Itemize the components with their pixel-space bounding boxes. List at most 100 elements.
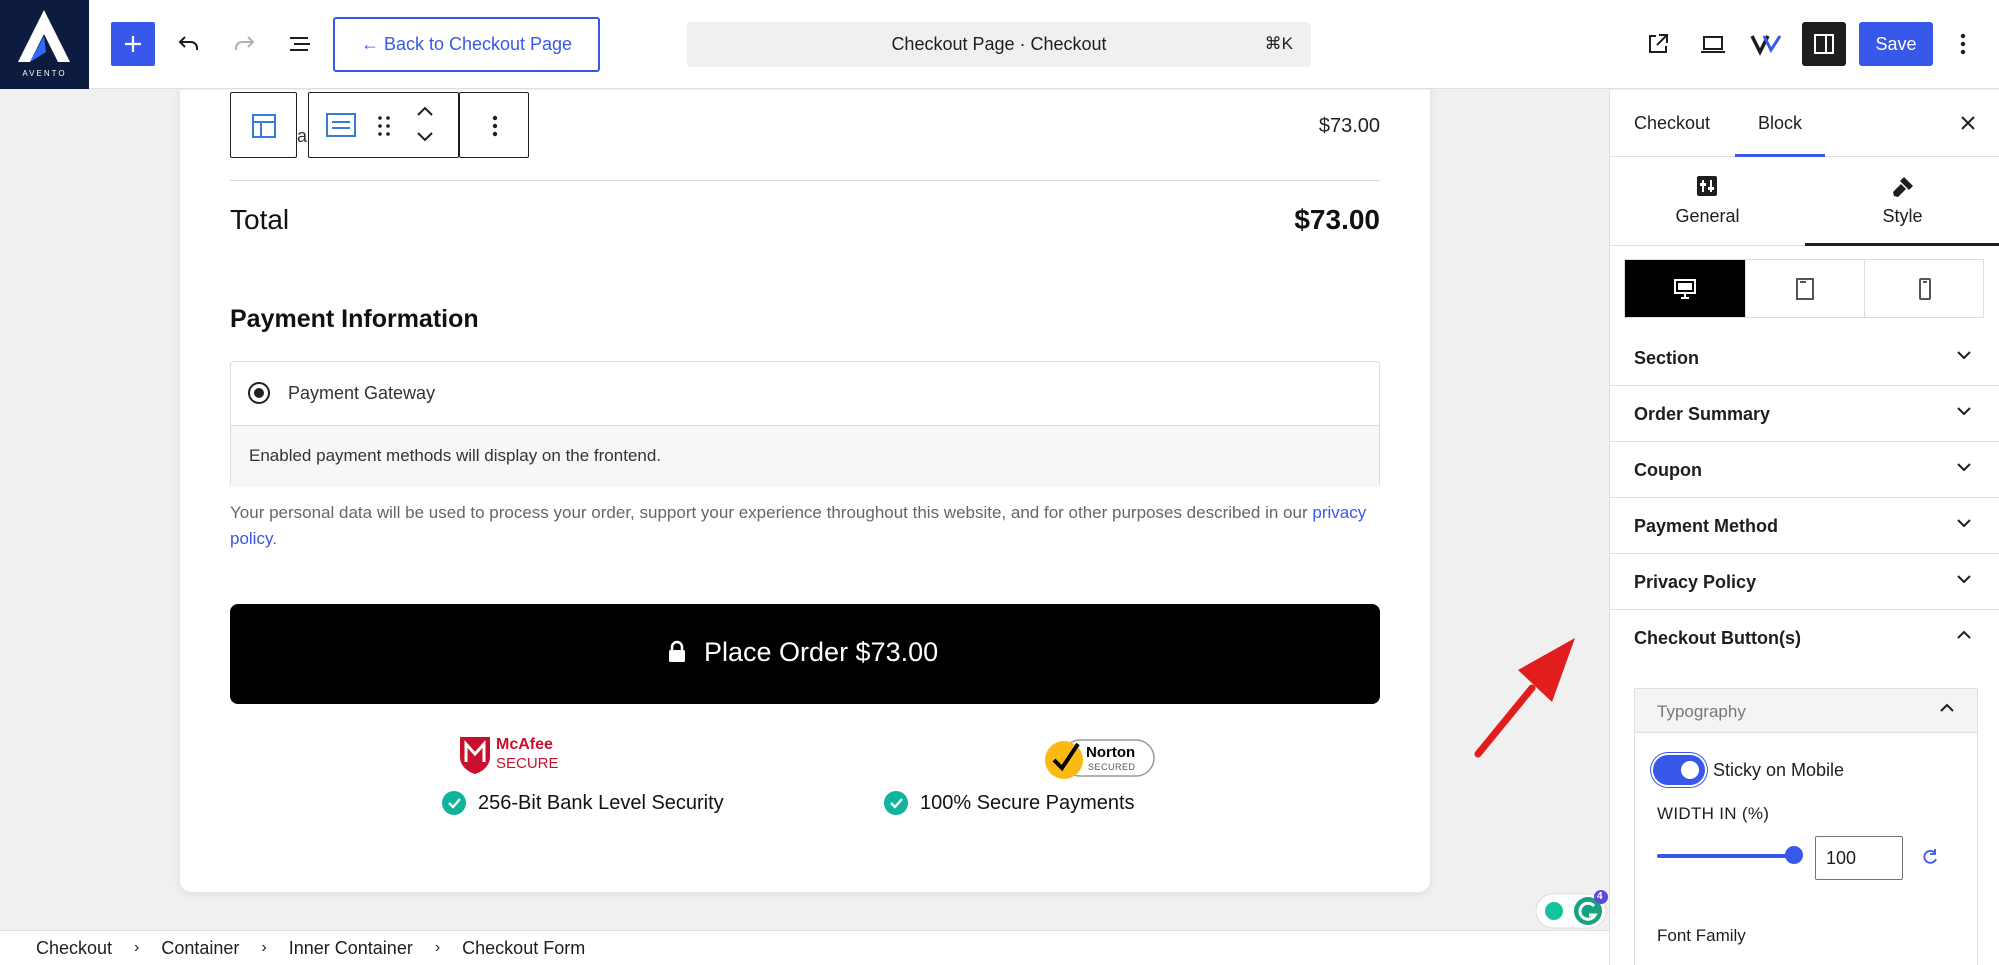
panel-section[interactable]: Section bbox=[1610, 330, 1999, 386]
typography-header[interactable]: Typography bbox=[1635, 689, 1977, 733]
panel-label: Order Summary bbox=[1634, 404, 1771, 424]
block-parent-button[interactable] bbox=[230, 92, 297, 158]
settings-sidebar: Checkout Block General Style Section Ord… bbox=[1609, 90, 1999, 965]
tab-style[interactable]: Style bbox=[1805, 157, 1999, 246]
chevron-right-icon: › bbox=[261, 939, 267, 956]
chevron-down-icon bbox=[1957, 519, 1971, 528]
tab-block[interactable]: Block bbox=[1758, 113, 1802, 134]
lock-icon bbox=[669, 640, 685, 662]
tab-general[interactable]: General bbox=[1610, 157, 1805, 246]
breadcrumb-item[interactable]: Inner Container bbox=[289, 938, 413, 959]
undo-button[interactable] bbox=[167, 22, 211, 66]
chevron-up-icon bbox=[1957, 630, 1971, 639]
device-switcher bbox=[1624, 259, 1984, 318]
block-options-button[interactable] bbox=[459, 92, 529, 158]
list-view-button[interactable] bbox=[278, 22, 322, 66]
mcafee-secure-badge: McAfee SECURE bbox=[456, 734, 568, 776]
device-desktop[interactable] bbox=[1625, 260, 1745, 317]
top-toolbar: AVENTO ← Back to Checkout Page Checkout … bbox=[0, 0, 1999, 89]
sticky-on-mobile-label: Sticky on Mobile bbox=[1713, 760, 1845, 780]
norton-secured-badge: Norton SECURED bbox=[1042, 734, 1156, 780]
panel-label: Coupon bbox=[1634, 460, 1702, 480]
place-order-label: Place Order $73.00 bbox=[704, 637, 939, 667]
total-label: Total bbox=[230, 204, 290, 235]
view-page-button[interactable] bbox=[1636, 22, 1680, 66]
device-mobile[interactable] bbox=[1865, 260, 1985, 317]
chevron-down-icon bbox=[1957, 463, 1971, 472]
breadcrumb-item[interactable]: Checkout bbox=[36, 938, 112, 959]
command-palette-bar[interactable]: Checkout Page · Checkout ⌘K bbox=[687, 22, 1311, 67]
device-preview-button[interactable] bbox=[1691, 22, 1735, 66]
panel-order-summary[interactable]: Order Summary bbox=[1610, 386, 1999, 442]
chevron-right-icon: › bbox=[134, 939, 140, 956]
breadcrumb-item[interactable]: Container bbox=[161, 938, 239, 959]
trust-security-label: 256-Bit Bank Level Security bbox=[478, 791, 724, 814]
width-slider-thumb[interactable] bbox=[1785, 846, 1803, 864]
reset-icon[interactable] bbox=[1921, 848, 1939, 866]
payment-gateway-option[interactable]: Payment Gateway bbox=[231, 362, 1379, 425]
add-block-button[interactable] bbox=[111, 22, 155, 66]
width-input[interactable] bbox=[1815, 836, 1903, 880]
command-bar-title: Checkout Page · Checkout bbox=[891, 34, 1107, 54]
trust-payments-label: 100% Secure Payments bbox=[920, 791, 1135, 814]
mobile-icon bbox=[1919, 277, 1931, 300]
settings-sidebar-toggle[interactable] bbox=[1802, 22, 1846, 66]
chevron-down-icon bbox=[1957, 575, 1971, 584]
privacy-end: . bbox=[272, 529, 277, 548]
move-down-icon[interactable] bbox=[416, 131, 434, 143]
save-button[interactable]: Save bbox=[1859, 22, 1933, 66]
width-label: WIDTH IN (%) bbox=[1657, 804, 1770, 823]
sidebar-toggle-icon bbox=[1814, 34, 1834, 54]
panel-coupon[interactable]: Coupon bbox=[1610, 442, 1999, 498]
payment-gateway-note: Enabled payment methods will display on … bbox=[249, 446, 662, 465]
checkout-form-card: $73.00 a Total $73.00 Payment Informatio… bbox=[180, 90, 1430, 892]
payment-gateway-radio[interactable] bbox=[248, 382, 270, 404]
undo-icon bbox=[178, 36, 198, 50]
checkout-block-icon[interactable] bbox=[325, 111, 357, 139]
block-toolbar-letter: a bbox=[297, 126, 308, 146]
editor-canvas: $73.00 a Total $73.00 Payment Informatio… bbox=[0, 90, 1609, 930]
tab-style-label: Style bbox=[1882, 206, 1923, 226]
privacy-text: Your personal data will be used to proce… bbox=[230, 503, 1308, 522]
sticky-on-mobile-toggle[interactable] bbox=[1653, 755, 1705, 785]
norton-sub: SECURED bbox=[1088, 762, 1136, 772]
settings-sliders-icon bbox=[1697, 176, 1717, 196]
payment-gateway-label: Payment Gateway bbox=[288, 383, 436, 403]
font-family-label: Font Family bbox=[1657, 926, 1746, 945]
add-icon bbox=[125, 36, 141, 52]
move-up-icon[interactable] bbox=[416, 105, 434, 117]
close-icon[interactable] bbox=[1955, 110, 1981, 136]
mcafee-sub: SECURE bbox=[496, 755, 559, 772]
place-order-button[interactable]: Place Order $73.00 bbox=[230, 604, 1380, 704]
panel-privacy-policy[interactable]: Privacy Policy bbox=[1610, 554, 1999, 610]
options-menu-button[interactable] bbox=[1943, 22, 1983, 66]
back-to-checkout-button[interactable]: ← Back to Checkout Page bbox=[333, 17, 600, 72]
device-tablet[interactable] bbox=[1745, 260, 1865, 317]
drag-handle-icon[interactable] bbox=[377, 115, 391, 137]
width-slider-track[interactable] bbox=[1657, 854, 1793, 858]
panel-payment-method[interactable]: Payment Method bbox=[1610, 498, 1999, 554]
panel-checkout-buttons[interactable]: Checkout Button(s) bbox=[1610, 610, 1999, 666]
payment-methods-box: Payment Gateway Enabled payment methods … bbox=[230, 361, 1380, 487]
laptop-icon bbox=[1701, 36, 1725, 53]
redo-icon bbox=[235, 36, 255, 50]
site-logo[interactable]: AVENTO bbox=[0, 0, 89, 89]
norton-brand: Norton bbox=[1086, 744, 1136, 761]
external-link-icon bbox=[1649, 34, 1668, 53]
block-breadcrumb: Checkout › Container › Inner Container ›… bbox=[0, 930, 1609, 965]
panel-label: Checkout Button(s) bbox=[1634, 628, 1801, 648]
grammarly-widget[interactable]: 4 bbox=[1534, 890, 1609, 930]
v-plugin-button[interactable] bbox=[1745, 22, 1789, 66]
v-logo-icon bbox=[1750, 35, 1782, 56]
payment-information-heading: Payment Information bbox=[230, 305, 479, 333]
check-circle-icon bbox=[884, 791, 908, 815]
list-view-icon bbox=[290, 37, 310, 51]
typography-panel: Typography Sticky on Mobile WIDTH IN (%)… bbox=[1634, 688, 1978, 965]
check-circle-icon bbox=[442, 791, 466, 815]
redo-button[interactable] bbox=[222, 22, 266, 66]
typography-title: Typography bbox=[1657, 702, 1746, 721]
tab-checkout[interactable]: Checkout bbox=[1634, 113, 1710, 134]
brush-icon bbox=[1893, 177, 1913, 197]
more-vertical-icon bbox=[492, 115, 498, 137]
annotation-arrow-icon bbox=[1474, 638, 1575, 758]
